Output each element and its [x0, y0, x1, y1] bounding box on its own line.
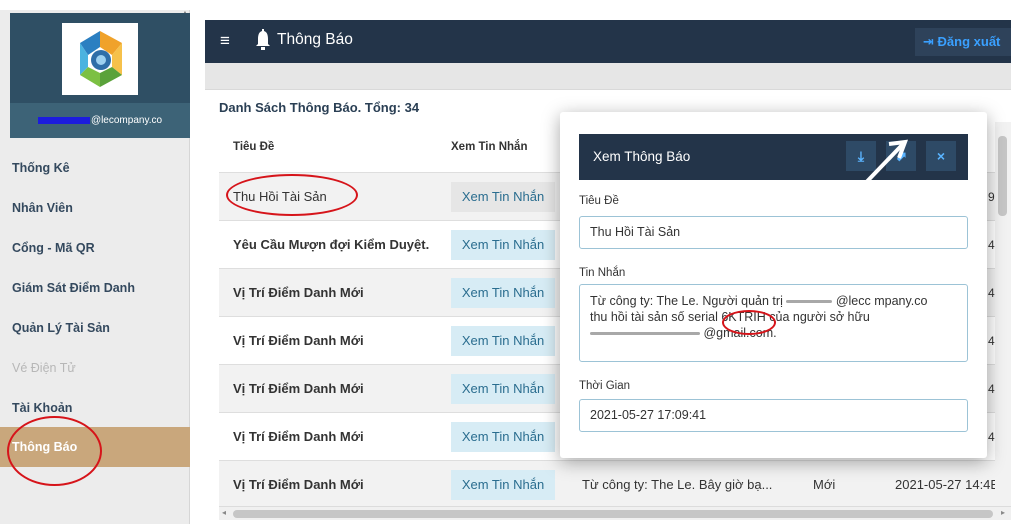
message-text: @gmail.com.: [703, 326, 777, 340]
message-text: @lecc mpany.co: [835, 294, 928, 308]
title-field-value: Thu Hồi Tài Sản: [590, 225, 681, 239]
sidebar-item-notifications[interactable]: Thông Báo: [0, 427, 190, 467]
title-field-label: Tiêu Đề: [579, 195, 619, 207]
row-title: Vị Trí Điểm Danh Mới: [233, 381, 364, 396]
message-field-label: Tin Nhắn: [579, 267, 626, 279]
sidebar-item-account[interactable]: Tài Khoản: [0, 388, 190, 428]
page-title: Thông Báo: [277, 31, 353, 48]
logo-mark-icon: [80, 31, 122, 87]
message-line-1: Từ công ty: The Le. Người quản trị @lecc…: [590, 293, 957, 309]
annotation-arrow-icon: [853, 139, 909, 196]
time-field[interactable]: 2021-05-27 17:09:41: [579, 399, 968, 432]
close-button[interactable]: ×: [926, 141, 956, 171]
row-title: Vị Trí Điểm Danh Mới: [233, 333, 364, 348]
logout-icon: ⇥: [923, 34, 934, 49]
column-header-title: Tiêu Đề: [233, 141, 275, 153]
user-email-text: @lecompany.co: [90, 115, 163, 126]
row-title: Vị Trí Điểm Danh Mới: [233, 429, 364, 444]
company-logo: [62, 23, 138, 95]
scroll-right-arrow-icon[interactable]: ▸: [1001, 508, 1005, 517]
row-message-preview: Từ công ty: The Le. Bây giờ bạ...: [582, 477, 773, 492]
close-icon: ×: [936, 148, 946, 164]
table-row: Vị Trí Điểm Danh Mới Xem Tin Nhắn Từ côn…: [219, 460, 1011, 508]
scrollbar-thumb[interactable]: [233, 510, 993, 518]
row-title: Thu Hồi Tài Sản: [233, 189, 327, 204]
vertical-scrollbar[interactable]: [995, 122, 1011, 510]
sidebar-item-attendance[interactable]: Giám Sát Điểm Danh: [0, 268, 190, 308]
row-title: Vị Trí Điểm Danh Mới: [233, 477, 364, 492]
content-header-strip: [205, 63, 1011, 90]
view-message-button[interactable]: Xem Tin Nhắn: [451, 326, 555, 356]
view-message-button[interactable]: Xem Tin Nhắn: [451, 230, 555, 260]
sidebar: ▲ @lecompany.co Thống Kê Nhân Viên Cổng …: [0, 10, 190, 524]
notification-modal: Xem Thông Báo ⤓ ⬈ × Tiêu Đề Thu Hồi Tài …: [560, 112, 987, 458]
bell-icon: [256, 29, 270, 50]
message-text: thu hồi tài sản số serial: [590, 310, 718, 324]
sidebar-item-statistics[interactable]: Thống Kê: [0, 148, 190, 188]
time-field-label: Thời Gian: [579, 380, 631, 392]
list-title: Danh Sách Thông Báo. Tổng: 34: [219, 100, 420, 115]
row-title: Vị Trí Điểm Danh Mới: [233, 285, 364, 300]
view-message-button[interactable]: Xem Tin Nhắn: [451, 374, 555, 404]
sidebar-item-assets[interactable]: Quản Lý Tài Sản: [0, 308, 190, 348]
scrollbar-thumb[interactable]: [998, 136, 1007, 216]
redacted-text: [590, 332, 700, 336]
message-text: Từ công ty: The Le. Người quản trị: [590, 294, 783, 308]
company-logo-panel: [10, 13, 190, 103]
user-email: @lecompany.co: [10, 103, 190, 138]
serial-number: 6KTRIH: [721, 310, 766, 324]
top-navbar: ≡ Thông Báo ⇥ Đăng xuất: [205, 20, 1011, 63]
hamburger-menu-icon[interactable]: ≡: [220, 31, 230, 51]
time-field-value: 2021-05-27 17:09:41: [590, 408, 707, 422]
title-field[interactable]: Thu Hồi Tài Sản: [579, 216, 968, 249]
message-line-3: @gmail.com.: [590, 325, 957, 341]
row-time: 2021-05-27 14:4E: [895, 477, 1000, 492]
message-field[interactable]: Từ công ty: The Le. Người quản trị @lecc…: [579, 284, 968, 362]
message-line-2: thu hồi tài sản số serial 6KTRIH của ngư…: [590, 309, 957, 325]
sidebar-item-employees[interactable]: Nhân Viên: [0, 188, 190, 228]
horizontal-scrollbar[interactable]: ◂ ▸: [219, 506, 1011, 520]
logout-label: Đăng xuất: [937, 34, 1001, 49]
redacted-text: [786, 300, 833, 304]
row-status: Mới: [813, 477, 836, 492]
sidebar-item-gate-qr[interactable]: Cổng - Mã QR: [0, 228, 190, 268]
sidebar-item-e-ticket[interactable]: Vé Điện Tử: [0, 348, 190, 388]
column-header-message: Xem Tin Nhắn: [451, 141, 528, 153]
view-message-button[interactable]: Xem Tin Nhắn: [451, 470, 555, 500]
view-message-button[interactable]: Xem Tin Nhắn: [451, 422, 555, 452]
message-text: của người sở hữu: [769, 310, 870, 324]
view-message-button[interactable]: Xem Tin Nhắn: [451, 278, 555, 308]
modal-title: Xem Thông Báo: [593, 149, 691, 164]
row-title: Yêu Cầu Mượn đợi Kiểm Duyệt.: [233, 237, 430, 252]
scroll-left-arrow-icon[interactable]: ◂: [222, 508, 226, 517]
redaction-mask: [37, 116, 90, 124]
view-message-button[interactable]: Xem Tin Nhắn: [451, 182, 555, 212]
logout-button[interactable]: ⇥ Đăng xuất: [915, 28, 1011, 56]
